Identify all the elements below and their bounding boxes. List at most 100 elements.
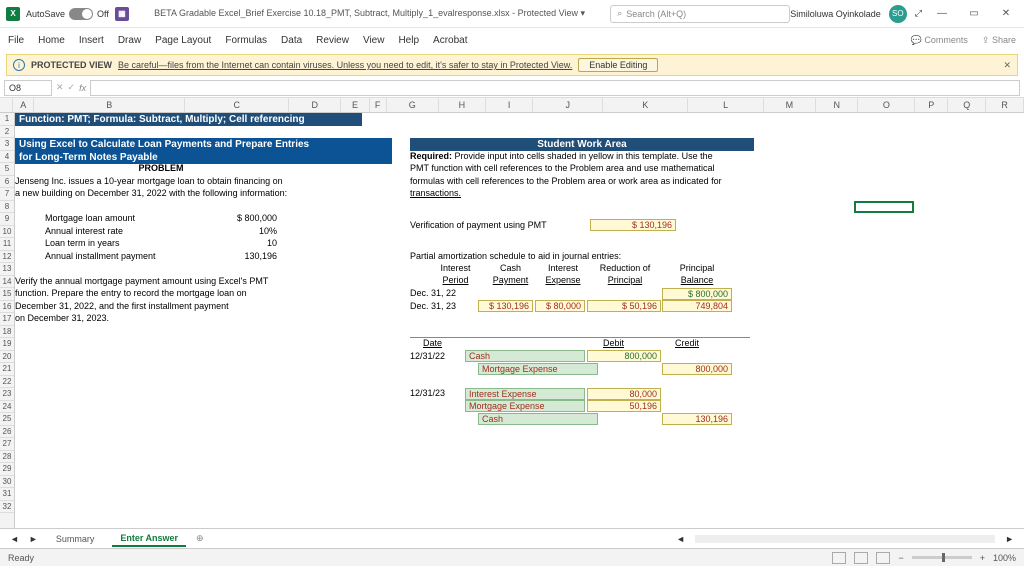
- cell-red16[interactable]: $ 50,196: [587, 300, 661, 312]
- tab-summary[interactable]: Summary: [48, 532, 103, 546]
- menu-acrobat[interactable]: Acrobat: [433, 35, 467, 46]
- row-header-8[interactable]: 8: [0, 201, 14, 214]
- tab-add[interactable]: ⊕: [196, 533, 204, 544]
- col-header-d[interactable]: D: [289, 98, 341, 112]
- row-header-21[interactable]: 21: [0, 363, 14, 376]
- formula-input[interactable]: [90, 80, 1020, 96]
- zoom-level[interactable]: 100%: [993, 553, 1016, 563]
- row-header-32[interactable]: 32: [0, 501, 14, 514]
- save-icon[interactable]: ▦: [115, 7, 129, 21]
- row-header-25[interactable]: 25: [0, 413, 14, 426]
- je1-debit[interactable]: 800,000: [587, 350, 661, 362]
- tab-nav-prev[interactable]: ◄: [10, 534, 19, 544]
- select-all-corner[interactable]: [0, 98, 13, 112]
- row-header-13[interactable]: 13: [0, 263, 14, 276]
- menu-formulas[interactable]: Formulas: [225, 35, 267, 46]
- maximize-button[interactable]: ▭: [962, 8, 986, 19]
- col-header-m[interactable]: M: [764, 98, 816, 112]
- menu-home[interactable]: Home: [38, 35, 65, 46]
- row-header-19[interactable]: 19: [0, 338, 14, 351]
- row-header-23[interactable]: 23: [0, 388, 14, 401]
- col-header-e[interactable]: E: [341, 98, 369, 112]
- menu-file[interactable]: File: [8, 35, 24, 46]
- cell-ver-val[interactable]: $ 130,196: [590, 219, 676, 231]
- col-header-c[interactable]: C: [185, 98, 289, 112]
- menu-pagelayout[interactable]: Page Layout: [155, 35, 211, 46]
- fx-icon[interactable]: fx: [79, 83, 86, 93]
- confirm-icon[interactable]: ✓: [68, 82, 76, 93]
- row-header-15[interactable]: 15: [0, 288, 14, 301]
- row-header-3[interactable]: 3: [0, 138, 14, 151]
- protected-close-icon[interactable]: ✕: [1003, 60, 1011, 71]
- menu-draw[interactable]: Draw: [118, 35, 141, 46]
- row-header-16[interactable]: 16: [0, 301, 14, 314]
- share-button[interactable]: ⇪ Share: [982, 35, 1016, 46]
- col-header-k[interactable]: K: [603, 98, 688, 112]
- horizontal-scrollbar[interactable]: [695, 535, 995, 543]
- je1-l1[interactable]: Cash: [465, 350, 585, 362]
- row-header-24[interactable]: 24: [0, 401, 14, 414]
- col-header-j[interactable]: J: [533, 98, 603, 112]
- row-header-27[interactable]: 27: [0, 438, 14, 451]
- row-header-22[interactable]: 22: [0, 376, 14, 389]
- col-header-a[interactable]: A: [13, 98, 34, 112]
- menu-insert[interactable]: Insert: [79, 35, 104, 46]
- row-header-1[interactable]: 1: [0, 113, 14, 126]
- menu-data[interactable]: Data: [281, 35, 302, 46]
- view-pagebreak-button[interactable]: [876, 552, 890, 564]
- col-header-f[interactable]: F: [370, 98, 387, 112]
- cell-bal15[interactable]: $ 800,000: [662, 288, 732, 300]
- row-header-2[interactable]: 2: [0, 126, 14, 139]
- je1-l2[interactable]: Mortgage Expense: [478, 363, 598, 375]
- col-header-r[interactable]: R: [986, 98, 1024, 112]
- row-header-10[interactable]: 10: [0, 226, 14, 239]
- cell-bal16[interactable]: 749,804: [662, 300, 732, 312]
- search-box[interactable]: ⌕ Search (Alt+Q): [610, 5, 790, 23]
- view-pagelayout-button[interactable]: [854, 552, 868, 564]
- menu-review[interactable]: Review: [316, 35, 349, 46]
- hscroll-left-icon[interactable]: ◄: [676, 534, 685, 544]
- row-header-30[interactable]: 30: [0, 476, 14, 489]
- autosave-toggle[interactable]: [69, 8, 93, 20]
- active-cell[interactable]: [854, 201, 914, 214]
- col-header-q[interactable]: Q: [948, 98, 986, 112]
- zoom-out-button[interactable]: −: [898, 553, 903, 563]
- col-header-n[interactable]: N: [816, 98, 859, 112]
- col-header-p[interactable]: P: [915, 98, 948, 112]
- row-header-31[interactable]: 31: [0, 488, 14, 501]
- close-button[interactable]: ✕: [994, 8, 1018, 19]
- je2-d2[interactable]: 50,196: [587, 400, 661, 412]
- tab-nav-next[interactable]: ►: [29, 534, 38, 544]
- je1-credit[interactable]: 800,000: [662, 363, 732, 375]
- je2-c[interactable]: 130,196: [662, 413, 732, 425]
- je2-l2[interactable]: Mortgage Expense: [465, 400, 585, 412]
- row-header-6[interactable]: 6: [0, 176, 14, 189]
- je2-d1[interactable]: 80,000: [587, 388, 661, 400]
- view-normal-button[interactable]: [832, 552, 846, 564]
- avatar[interactable]: SO: [889, 5, 907, 23]
- row-header-7[interactable]: 7: [0, 188, 14, 201]
- row-header-9[interactable]: 9: [0, 213, 14, 226]
- je2-l1[interactable]: Interest Expense: [465, 388, 585, 400]
- menu-view[interactable]: View: [363, 35, 385, 46]
- sheet-content[interactable]: Function: PMT; Formula: Subtract, Multip…: [15, 113, 1024, 528]
- comments-button[interactable]: 💬 Comments: [911, 35, 968, 46]
- col-header-i[interactable]: I: [486, 98, 533, 112]
- row-header-17[interactable]: 17: [0, 313, 14, 326]
- enable-editing-button[interactable]: Enable Editing: [578, 58, 658, 72]
- spreadsheet-grid[interactable]: ABCDEFGHIJKLMNOPQR 123456789101112131415…: [0, 98, 1024, 528]
- row-header-11[interactable]: 11: [0, 238, 14, 251]
- col-header-g[interactable]: G: [387, 98, 439, 112]
- col-header-o[interactable]: O: [858, 98, 915, 112]
- cell-cash16[interactable]: $ 130,196: [478, 300, 533, 312]
- tab-enter-answer[interactable]: Enter Answer: [112, 531, 186, 547]
- menu-help[interactable]: Help: [398, 35, 419, 46]
- col-header-l[interactable]: L: [688, 98, 764, 112]
- cell-int16[interactable]: $ 80,000: [535, 300, 585, 312]
- name-box[interactable]: O8: [4, 80, 52, 96]
- row-header-18[interactable]: 18: [0, 326, 14, 339]
- row-header-26[interactable]: 26: [0, 426, 14, 439]
- hscroll-right-icon[interactable]: ►: [1005, 534, 1014, 544]
- zoom-slider[interactable]: [912, 556, 972, 559]
- row-header-12[interactable]: 12: [0, 251, 14, 264]
